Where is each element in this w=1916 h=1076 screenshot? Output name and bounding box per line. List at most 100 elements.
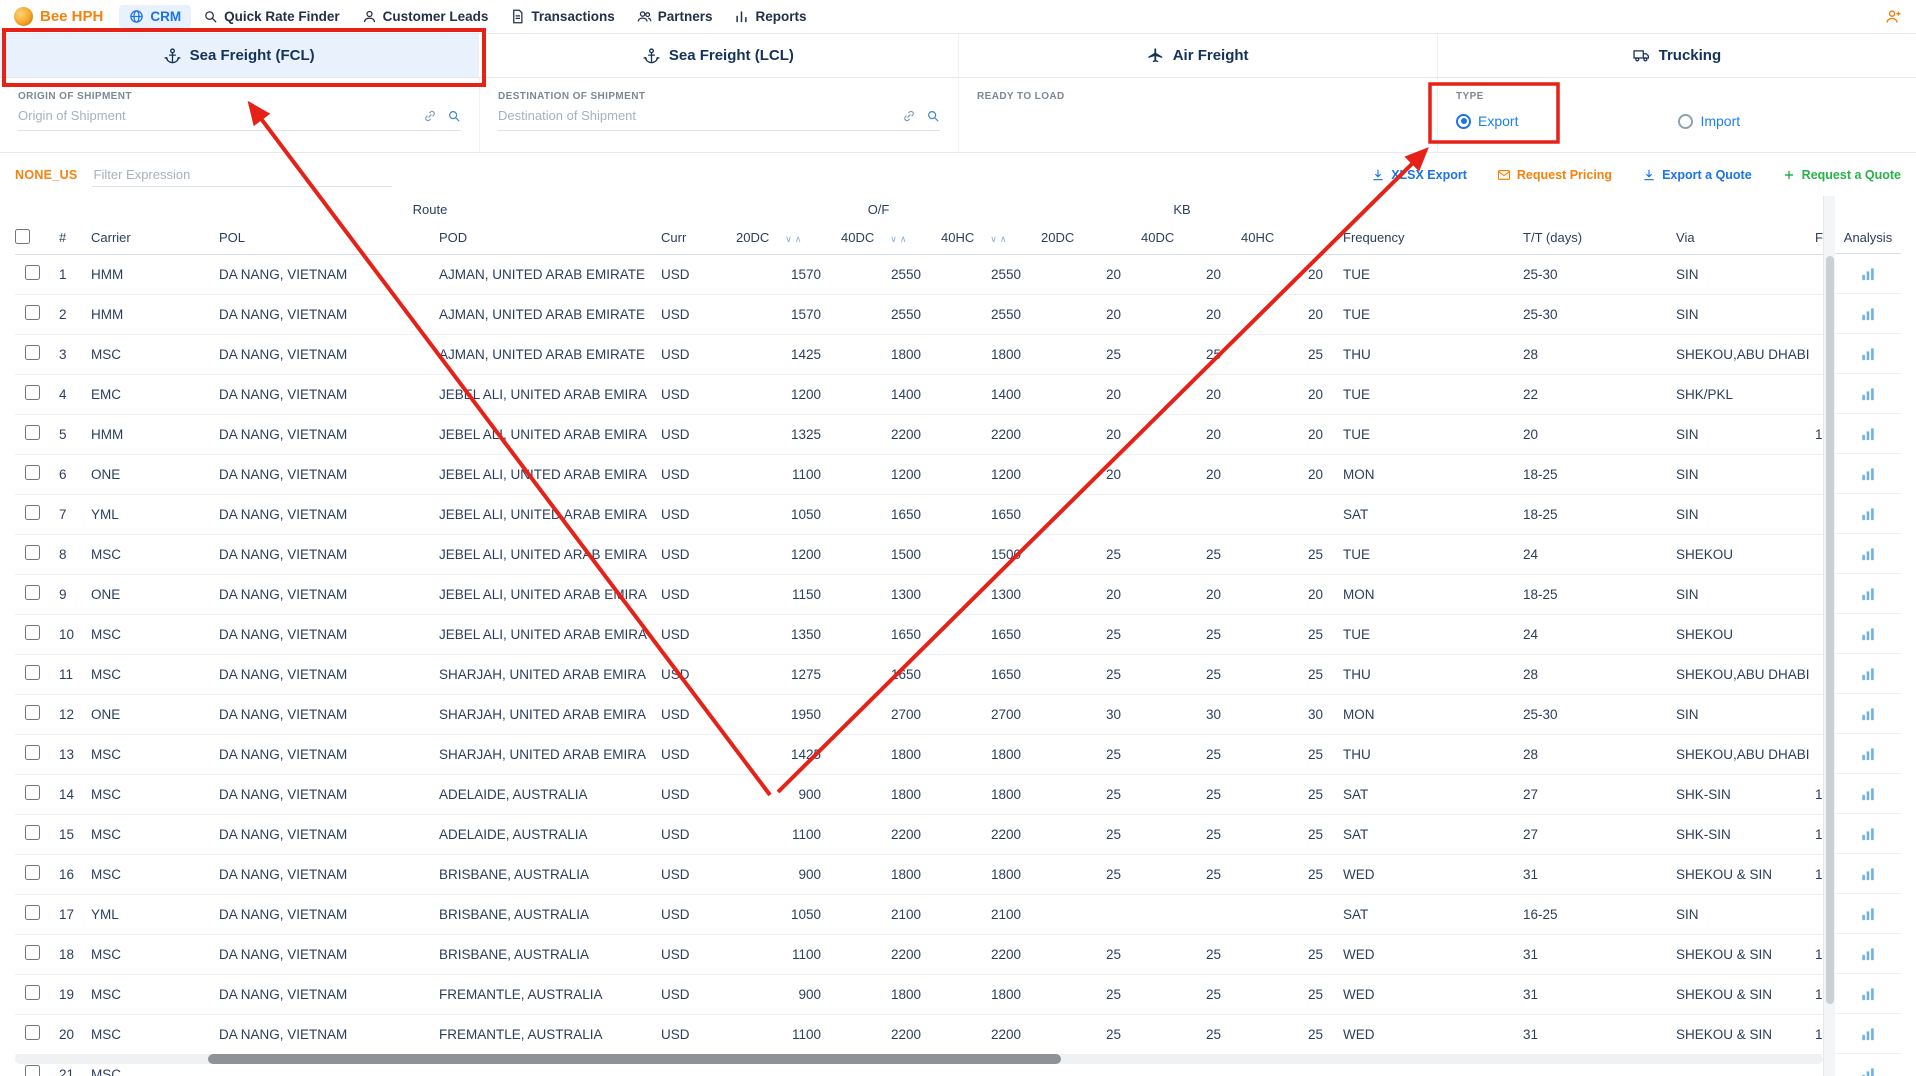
cell-carrier: HMM xyxy=(81,294,209,334)
row-checkbox[interactable] xyxy=(25,465,40,480)
tab-sea-freight-lcl[interactable]: Sea Freight (LCL) xyxy=(478,34,957,77)
row-checkbox[interactable] xyxy=(25,705,40,720)
analysis-chart-button[interactable] xyxy=(1835,294,1901,334)
user-plus-icon[interactable] xyxy=(1885,8,1902,25)
row-checkbox[interactable] xyxy=(25,785,40,800)
row-checkbox[interactable] xyxy=(25,425,40,440)
xlsx-export-button[interactable]: XLSX Export xyxy=(1371,168,1467,182)
cell-of40: 1300 xyxy=(831,574,931,614)
type-import-radio[interactable]: Import xyxy=(1678,113,1740,129)
row-checkbox[interactable] xyxy=(25,905,40,920)
download-icon xyxy=(1371,168,1385,182)
horizontal-scrollbar[interactable] xyxy=(15,1054,1823,1064)
filter-expression-input[interactable] xyxy=(92,163,392,187)
select-all-checkbox[interactable] xyxy=(15,229,30,244)
analysis-chart-button[interactable] xyxy=(1835,614,1901,654)
row-checkbox[interactable] xyxy=(25,745,40,760)
cell-of40hc: 1400 xyxy=(931,374,1031,414)
type-export-radio[interactable]: Export xyxy=(1456,113,1518,129)
vertical-scrollbar-thumb[interactable] xyxy=(1826,256,1834,1004)
nav-item-customer-leads[interactable]: Customer Leads xyxy=(352,5,499,28)
analysis-chart-button[interactable] xyxy=(1835,574,1901,614)
row-checkbox[interactable] xyxy=(25,585,40,600)
cell-of40: 1800 xyxy=(831,974,931,1014)
analysis-chart-button[interactable] xyxy=(1835,774,1901,814)
analysis-chart-button[interactable] xyxy=(1835,494,1901,534)
analysis-chart-button[interactable] xyxy=(1835,934,1901,974)
analysis-chart-button[interactable] xyxy=(1835,374,1901,414)
row-checkbox[interactable] xyxy=(25,1065,40,1076)
row-checkbox[interactable] xyxy=(25,945,40,960)
search-icon[interactable] xyxy=(926,109,940,123)
link-icon[interactable] xyxy=(423,109,437,123)
group-header-kb: KB xyxy=(1031,196,1333,222)
analysis-chart-button[interactable] xyxy=(1835,974,1901,1014)
origin-input[interactable] xyxy=(18,108,413,123)
row-checkbox[interactable] xyxy=(25,825,40,840)
col-of-20dc[interactable]: 20DC∨∧ xyxy=(726,222,831,254)
row-checkbox[interactable] xyxy=(25,985,40,1000)
analysis-chart-button[interactable] xyxy=(1835,694,1901,734)
col-of-40dc[interactable]: 40DC∨∧ xyxy=(831,222,931,254)
tab-sea-freight-fcl[interactable]: Sea Freight (FCL) xyxy=(0,34,478,77)
analysis-chart-button[interactable] xyxy=(1835,414,1901,454)
rate-row: 11MSCDA NANG, VIETNAMSHARJAH, UNITED ARA… xyxy=(15,654,1823,694)
nav-item-quick-rate-finder[interactable]: Quick Rate Finder xyxy=(193,5,350,28)
cell-kb40: 25 xyxy=(1131,734,1231,774)
analysis-chart-button[interactable] xyxy=(1835,334,1901,374)
sort-icons[interactable]: ∨∧ xyxy=(990,234,1009,244)
row-checkbox[interactable] xyxy=(25,505,40,520)
row-checkbox[interactable] xyxy=(25,385,40,400)
destination-input[interactable] xyxy=(498,108,892,123)
nav-item-partners[interactable]: Partners xyxy=(627,5,723,28)
cell-num: 17 xyxy=(49,894,81,934)
cell-tt: 25-30 xyxy=(1513,254,1666,294)
link-icon[interactable] xyxy=(902,109,916,123)
analysis-chart-button[interactable] xyxy=(1835,1014,1901,1054)
ready-to-load-input[interactable] xyxy=(977,108,1419,123)
analysis-chart-button[interactable] xyxy=(1835,734,1901,774)
tab-trucking[interactable]: Trucking xyxy=(1437,34,1916,77)
request-quote-button[interactable]: Request a Quote xyxy=(1782,168,1901,182)
nav-item-reports[interactable]: Reports xyxy=(724,5,816,28)
sort-icons[interactable]: ∨∧ xyxy=(785,234,804,244)
app-logo[interactable]: Bee HPH xyxy=(14,7,103,26)
analysis-chart-button[interactable] xyxy=(1835,1054,1901,1076)
analysis-chart-button[interactable] xyxy=(1835,454,1901,494)
row-checkbox[interactable] xyxy=(25,865,40,880)
analysis-chart-button[interactable] xyxy=(1835,894,1901,934)
rate-row: 15MSCDA NANG, VIETNAMADELAIDE, AUSTRALIA… xyxy=(15,814,1823,854)
row-checkbox[interactable] xyxy=(25,1025,40,1040)
search-icon[interactable] xyxy=(447,109,461,123)
row-checkbox[interactable] xyxy=(25,665,40,680)
cell-freq: TUE xyxy=(1333,614,1513,654)
row-checkbox[interactable] xyxy=(25,265,40,280)
horizontal-scrollbar-thumb[interactable] xyxy=(208,1054,1061,1064)
analysis-chart-button[interactable] xyxy=(1835,854,1901,894)
type-field-group: TYPE Export Import xyxy=(1437,78,1916,152)
tab-air-freight[interactable]: Air Freight xyxy=(958,34,1437,77)
cell-of20: 1425 xyxy=(726,334,831,374)
cell-of20: 1200 xyxy=(726,534,831,574)
row-checkbox[interactable] xyxy=(25,345,40,360)
cell-via: SIN xyxy=(1666,294,1813,334)
analysis-chart-button[interactable] xyxy=(1835,534,1901,574)
cell-of40hc: 1650 xyxy=(931,614,1031,654)
export-quote-button[interactable]: Export a Quote xyxy=(1642,168,1752,182)
nav-item-transactions[interactable]: Transactions xyxy=(500,5,624,28)
cell-carrier: MSC xyxy=(81,814,209,854)
vertical-scrollbar[interactable] xyxy=(1823,196,1835,1076)
sort-icons[interactable]: ∨∧ xyxy=(890,234,909,244)
row-checkbox[interactable] xyxy=(25,305,40,320)
request-pricing-button[interactable]: Request Pricing xyxy=(1497,168,1612,182)
analysis-chart-button[interactable] xyxy=(1835,254,1901,294)
cell-num: 15 xyxy=(49,814,81,854)
nav-item-crm[interactable]: CRM xyxy=(119,5,191,28)
row-checkbox[interactable] xyxy=(25,625,40,640)
analysis-chart-button[interactable] xyxy=(1835,814,1901,854)
col-of-40hc[interactable]: 40HC∨∧ xyxy=(931,222,1031,254)
cell-curr: USD xyxy=(651,254,726,294)
analysis-chart-button[interactable] xyxy=(1835,654,1901,694)
cell-of40: 1800 xyxy=(831,334,931,374)
row-checkbox[interactable] xyxy=(25,545,40,560)
